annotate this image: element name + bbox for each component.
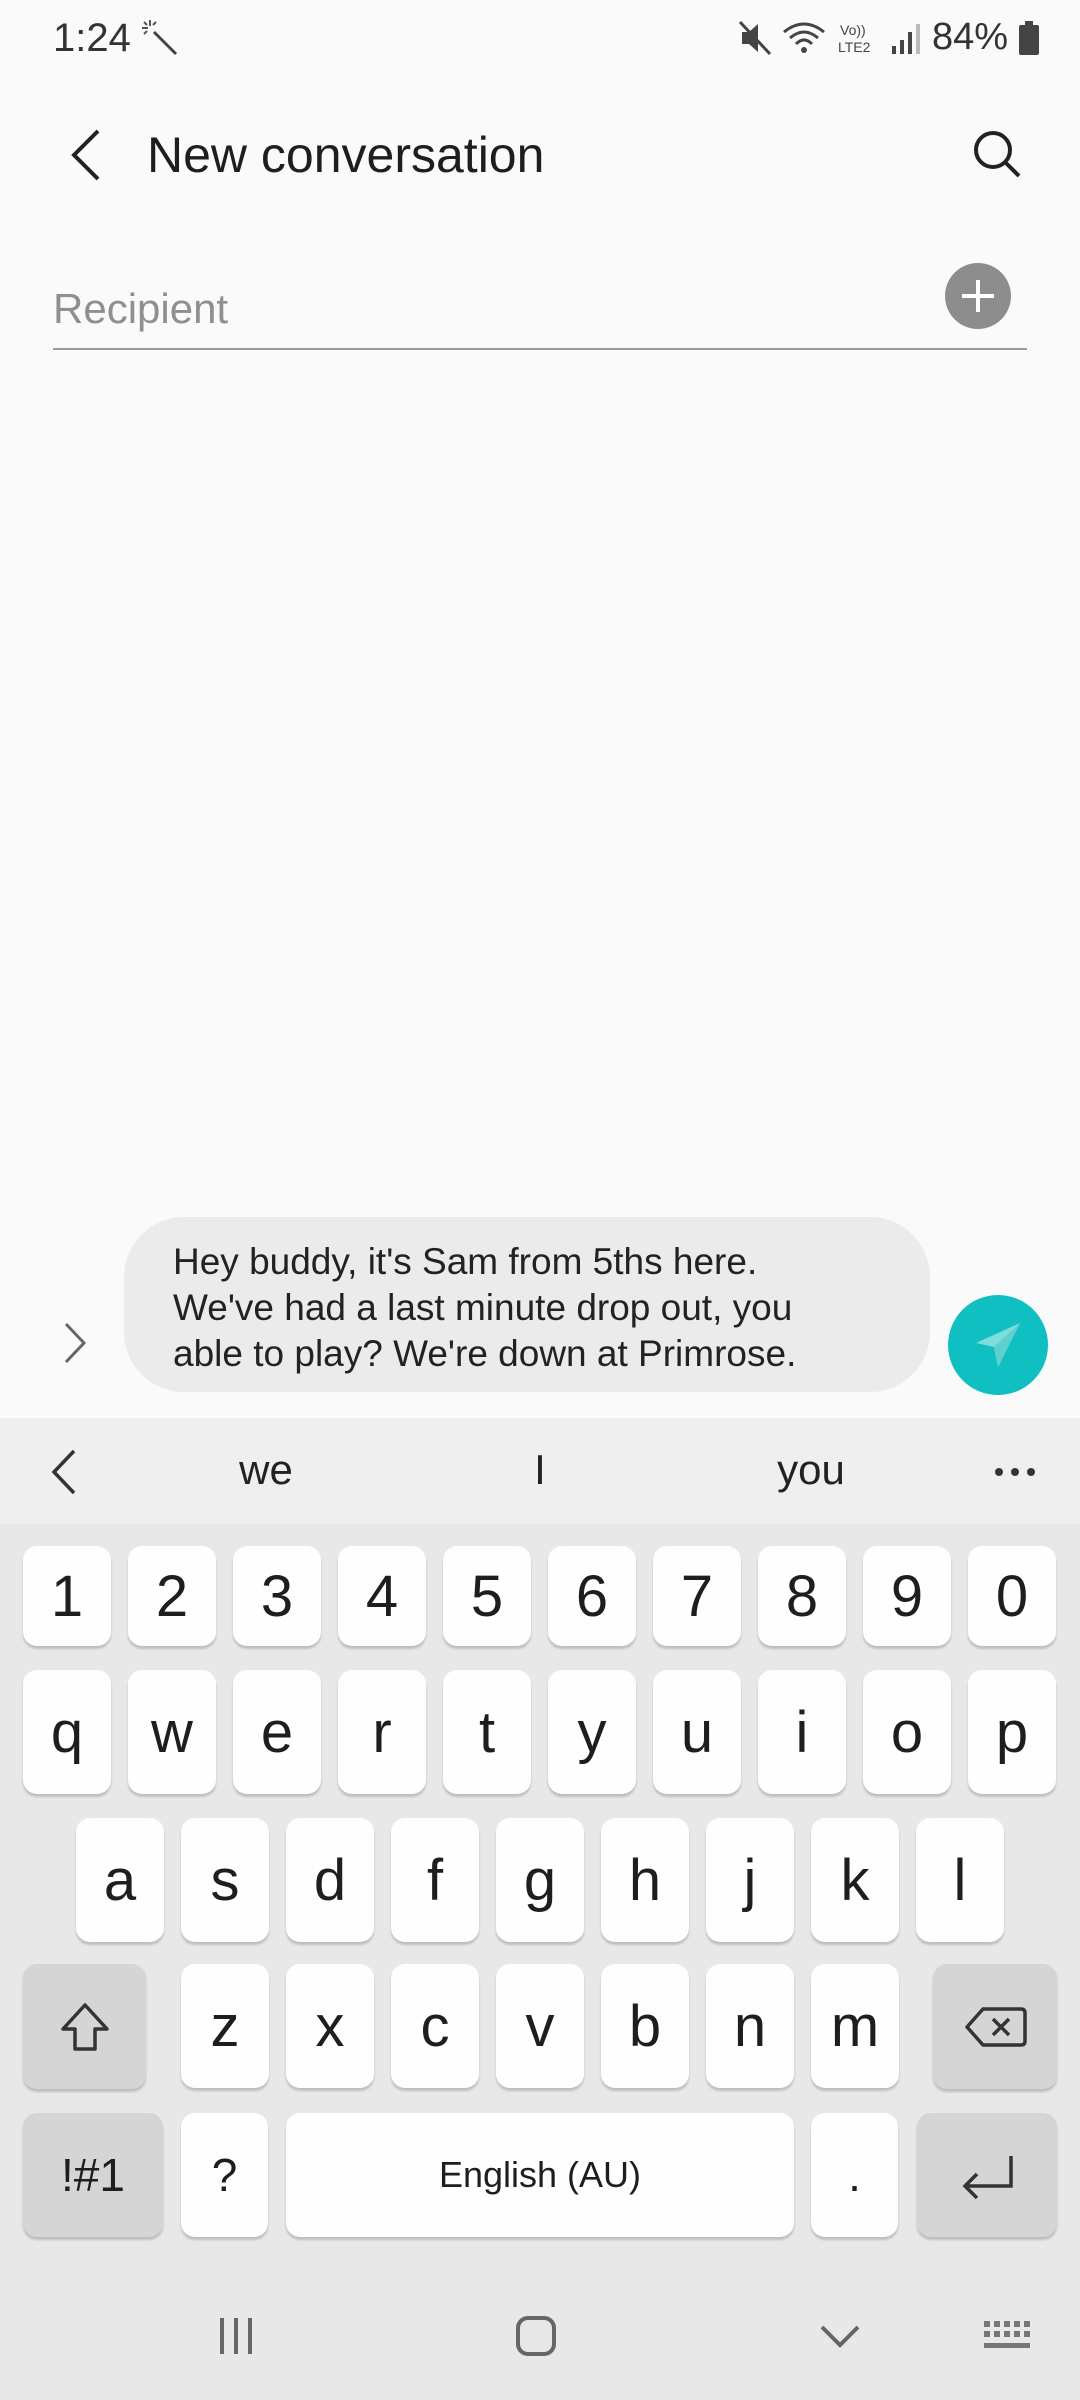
suggestion-you[interactable]: you <box>711 1446 911 1494</box>
number-key-9[interactable]: 9 <box>863 1546 951 1646</box>
letter-key-r[interactable]: r <box>338 1670 426 1794</box>
letter-key-x[interactable]: x <box>286 1964 374 2088</box>
letter-key-p[interactable]: p <box>968 1670 1056 1794</box>
send-button[interactable] <box>948 1295 1048 1395</box>
message-line: We've had a last minute drop out, you <box>173 1287 793 1328</box>
letter-key-i[interactable]: i <box>758 1670 846 1794</box>
home-icon <box>516 2316 556 2356</box>
letter-key-t[interactable]: t <box>443 1670 531 1794</box>
letter-key-n[interactable]: n <box>706 1964 794 2088</box>
letter-key-e[interactable]: e <box>233 1670 321 1794</box>
letter-key-z[interactable]: z <box>181 1964 269 2088</box>
letter-key-m[interactable]: m <box>811 1964 899 2088</box>
letter-key-y[interactable]: y <box>548 1670 636 1794</box>
message-line: able to play? We're down at Primrose. <box>173 1333 797 1374</box>
battery-icon <box>1019 20 1039 55</box>
letter-key-w[interactable]: w <box>128 1670 216 1794</box>
send-icon <box>976 1323 1020 1367</box>
magic-wand-icon <box>142 20 178 56</box>
home-button[interactable] <box>496 2296 576 2376</box>
letter-key-b[interactable]: b <box>601 1964 689 2088</box>
number-key-3[interactable]: 3 <box>233 1546 321 1646</box>
hide-keyboard-button[interactable] <box>800 2296 880 2376</box>
recents-button[interactable] <box>196 2296 276 2376</box>
suggestions-back-button[interactable] <box>38 1442 88 1502</box>
number-key-6[interactable]: 6 <box>548 1546 636 1646</box>
mute-icon <box>738 20 772 55</box>
message-line: Hey buddy, it's Sam from 5ths here. <box>173 1241 758 1282</box>
plus-icon <box>962 280 994 312</box>
period-key[interactable]: . <box>811 2113 898 2237</box>
letter-key-d[interactable]: d <box>286 1818 374 1942</box>
letter-key-g[interactable]: g <box>496 1818 584 1942</box>
suggestion-i[interactable]: I <box>440 1446 640 1494</box>
volte-icon: Vo)) LTE2 <box>838 22 871 55</box>
expand-options-button[interactable] <box>52 1310 98 1376</box>
message-input[interactable]: Hey buddy, it's Sam from 5ths here. We'v… <box>124 1217 930 1392</box>
chevron-left-icon <box>51 1449 76 1495</box>
letter-key-k[interactable]: k <box>811 1818 899 1942</box>
letter-key-a[interactable]: a <box>76 1818 164 1942</box>
add-recipient-button[interactable] <box>945 263 1011 329</box>
letter-key-h[interactable]: h <box>601 1818 689 1942</box>
recents-icon <box>220 2318 252 2354</box>
status-icons: Vo)) LTE2 84% <box>738 16 1040 59</box>
letter-key-o[interactable]: o <box>863 1670 951 1794</box>
keyboard: we I you !#1 ? English (AU) . 1 2 3 4 5 … <box>0 1418 1080 2400</box>
letter-key-f[interactable]: f <box>391 1818 479 1942</box>
keyboard-icon <box>984 2321 1030 2348</box>
number-key-1[interactable]: 1 <box>23 1546 111 1646</box>
back-arrow-icon <box>71 129 100 181</box>
number-key-7[interactable]: 7 <box>653 1546 741 1646</box>
letter-key-s[interactable]: s <box>181 1818 269 1942</box>
symbols-key[interactable]: !#1 <box>23 2113 163 2237</box>
svg-text:LTE2: LTE2 <box>838 39 871 55</box>
letter-key-c[interactable]: c <box>391 1964 479 2088</box>
enter-icon <box>962 2156 1013 2200</box>
signal-icon <box>891 23 920 54</box>
chevron-right-icon <box>64 1322 87 1364</box>
number-key-5[interactable]: 5 <box>443 1546 531 1646</box>
wifi-icon <box>783 22 825 53</box>
question-key[interactable]: ? <box>181 2113 268 2237</box>
enter-key[interactable] <box>917 2113 1057 2237</box>
shift-key[interactable] <box>23 1964 146 2089</box>
number-key-2[interactable]: 2 <box>128 1546 216 1646</box>
more-dots-icon <box>995 1468 1035 1476</box>
number-key-0[interactable]: 0 <box>968 1546 1056 1646</box>
battery-percent: 84% <box>931 16 1008 58</box>
space-key[interactable]: English (AU) <box>286 2113 794 2237</box>
letter-key-u[interactable]: u <box>653 1670 741 1794</box>
number-key-8[interactable]: 8 <box>758 1546 846 1646</box>
letter-key-j[interactable]: j <box>706 1818 794 1942</box>
shift-icon <box>60 2002 109 2051</box>
letter-key-l[interactable]: l <box>916 1818 1004 1942</box>
back-button[interactable] <box>56 120 116 190</box>
letter-key-q[interactable]: q <box>23 1670 111 1794</box>
chevron-down-icon <box>820 2325 860 2348</box>
search-button[interactable] <box>965 122 1029 186</box>
backspace-icon <box>965 2006 1027 2047</box>
status-time: 1:24 <box>53 16 131 60</box>
backspace-key[interactable] <box>933 1964 1057 2089</box>
suggestion-bar: we I you <box>0 1418 1080 1524</box>
recipient-input[interactable] <box>53 270 1027 350</box>
keyboard-switch-button[interactable] <box>968 2296 1048 2376</box>
letter-key-v[interactable]: v <box>496 1964 584 2088</box>
more-options-button[interactable] <box>990 1452 1040 1492</box>
number-key-4[interactable]: 4 <box>338 1546 426 1646</box>
search-icon <box>974 131 1021 178</box>
suggestion-we[interactable]: we <box>166 1446 366 1494</box>
page-title: New conversation <box>147 127 545 183</box>
svg-text:Vo)): Vo)) <box>840 22 866 38</box>
